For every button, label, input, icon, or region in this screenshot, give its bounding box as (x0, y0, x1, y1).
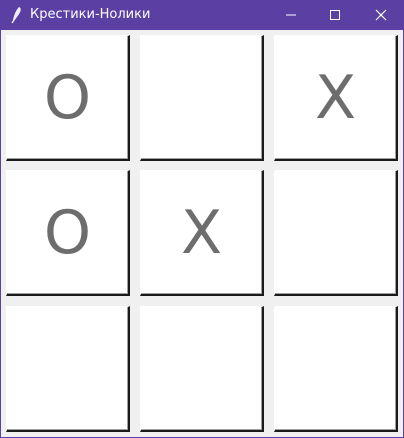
maximize-button[interactable] (312, 0, 358, 30)
close-button[interactable] (358, 0, 404, 30)
board-cell-3[interactable]: X (274, 35, 398, 161)
close-icon (375, 9, 387, 21)
title-bar[interactable]: Крестики-Нолики (0, 0, 404, 30)
window-title: Крестики-Нолики (30, 7, 151, 22)
board-cell-5[interactable]: X (140, 170, 264, 296)
maximize-icon (330, 10, 340, 20)
minimize-button[interactable] (268, 0, 314, 30)
feather-icon (8, 6, 24, 24)
board-cell-7[interactable] (6, 306, 130, 432)
cell-mark: O (43, 62, 92, 133)
board-cell-6[interactable] (274, 170, 398, 296)
cell-mark: X (180, 197, 223, 268)
game-board: O X O X (0, 30, 404, 438)
minimize-icon (286, 14, 296, 16)
cell-mark: X (314, 62, 357, 133)
board-cell-9[interactable] (274, 306, 398, 432)
cell-mark: O (43, 197, 92, 268)
board-cell-8[interactable] (140, 306, 264, 432)
board-cell-1[interactable]: O (6, 35, 130, 161)
board-cell-2[interactable] (140, 35, 264, 161)
board-cell-4[interactable]: O (6, 170, 130, 296)
